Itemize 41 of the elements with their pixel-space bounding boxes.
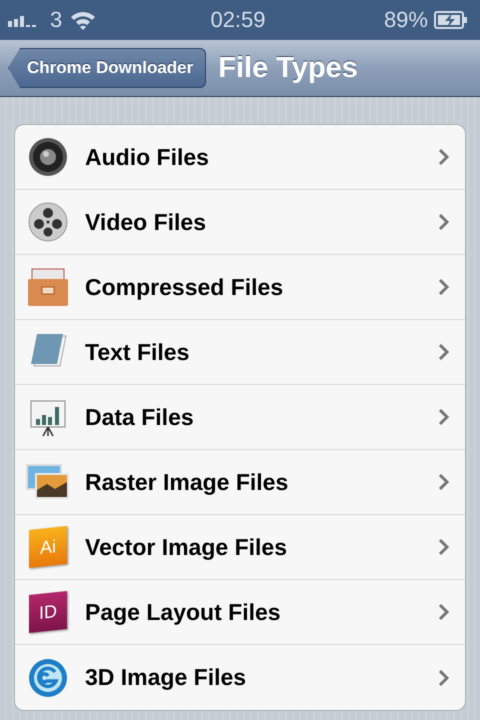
- file-type-row[interactable]: ID Page Layout Files: [15, 580, 465, 645]
- chevron-icon: [439, 149, 449, 165]
- speaker-icon: [28, 137, 68, 177]
- chevron-icon: [439, 474, 449, 490]
- row-label: Audio Files: [85, 144, 210, 170]
- file-type-row[interactable]: Text Files: [15, 320, 465, 385]
- app-logo-icon: Ai: [29, 526, 67, 568]
- chevron-icon: [439, 539, 449, 555]
- row-label: Raster Image Files: [85, 468, 290, 496]
- screen-title: File Types: [218, 52, 358, 84]
- row-label: Compressed Files: [85, 274, 284, 300]
- film-reel-icon: [28, 202, 68, 242]
- file-type-row[interactable]: Raster Image Files: [15, 450, 465, 515]
- file-type-row[interactable]: Data Files: [15, 385, 465, 450]
- chevron-icon: [439, 214, 449, 230]
- photos-icon: [26, 464, 70, 500]
- row-label: Data Files: [85, 404, 195, 430]
- chevron-icon: [439, 344, 449, 360]
- row-label: Text Files: [85, 338, 190, 366]
- battery-charging-icon: [434, 11, 468, 29]
- clock: 02:59: [209, 7, 267, 33]
- battery-percent: 89%: [384, 7, 428, 33]
- row-label: Vector Image Files: [85, 534, 288, 560]
- chevron-icon: [439, 604, 449, 620]
- app-logo-icon: ID: [29, 591, 67, 633]
- file-type-row[interactable]: Ai Vector Image Files: [15, 515, 465, 580]
- drawer-icon: [27, 267, 69, 307]
- back-button[interactable]: Chrome Downloader: [8, 48, 206, 88]
- row-label: Page Layout Files: [85, 598, 282, 626]
- swirl-logo-icon: [28, 658, 68, 698]
- file-type-row[interactable]: 3D Image Files: [15, 645, 465, 710]
- carrier-text: 3: [50, 7, 62, 33]
- row-label: Video Files: [85, 208, 208, 236]
- chevron-icon: [439, 409, 449, 425]
- wifi-icon: [70, 10, 96, 30]
- row-label: 3D Image Files: [85, 664, 248, 691]
- chevron-icon: [439, 670, 449, 686]
- file-type-row[interactable]: Compressed Files: [15, 255, 465, 320]
- file-type-row[interactable]: Audio Files: [15, 125, 465, 190]
- file-type-row[interactable]: Video Files: [15, 190, 465, 255]
- chevron-icon: [439, 279, 449, 295]
